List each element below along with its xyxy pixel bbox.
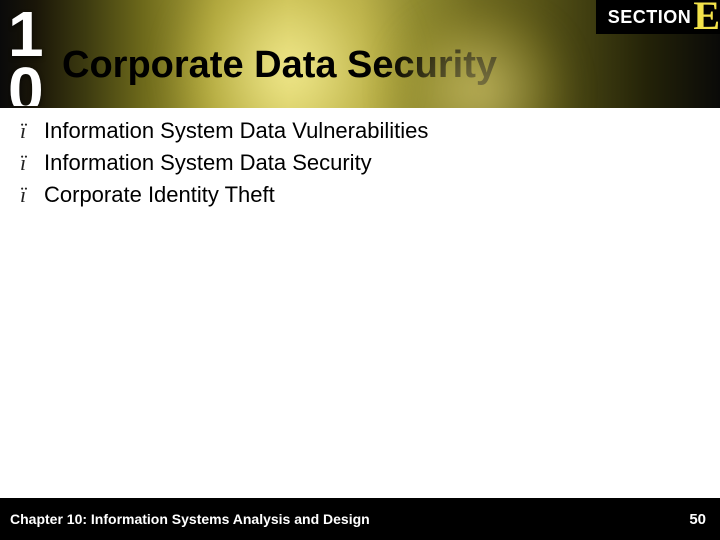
- section-letter: E: [693, 1, 720, 31]
- bullet-text: Corporate Identity Theft: [44, 182, 275, 208]
- list-item: ï Information System Data Security: [20, 150, 700, 176]
- page-number: 50: [689, 511, 706, 528]
- bullet-glyph: ï: [20, 182, 38, 208]
- chapter-number: 10: [8, 6, 56, 106]
- slide: 10 Corporate Data Security SECTION E ï I…: [0, 0, 720, 540]
- footer-text: Chapter 10: Information Systems Analysis…: [10, 511, 370, 527]
- bullet-text: Information System Data Security: [44, 150, 372, 176]
- section-label: SECTION: [608, 7, 692, 28]
- bullet-text: Information System Data Vulnerabilities: [44, 118, 428, 144]
- list-item: ï Corporate Identity Theft: [20, 182, 700, 208]
- slide-title: Corporate Data Security: [62, 44, 497, 87]
- bullet-list: ï Information System Data Vulnerabilitie…: [20, 118, 700, 214]
- section-bar: SECTION E: [596, 0, 720, 34]
- list-item: ï Information System Data Vulnerabilitie…: [20, 118, 700, 144]
- bullet-glyph: ï: [20, 118, 38, 144]
- bullet-glyph: ï: [20, 150, 38, 176]
- footer: Chapter 10: Information Systems Analysis…: [0, 498, 720, 540]
- header-band: 10 Corporate Data Security SECTION E: [0, 0, 720, 108]
